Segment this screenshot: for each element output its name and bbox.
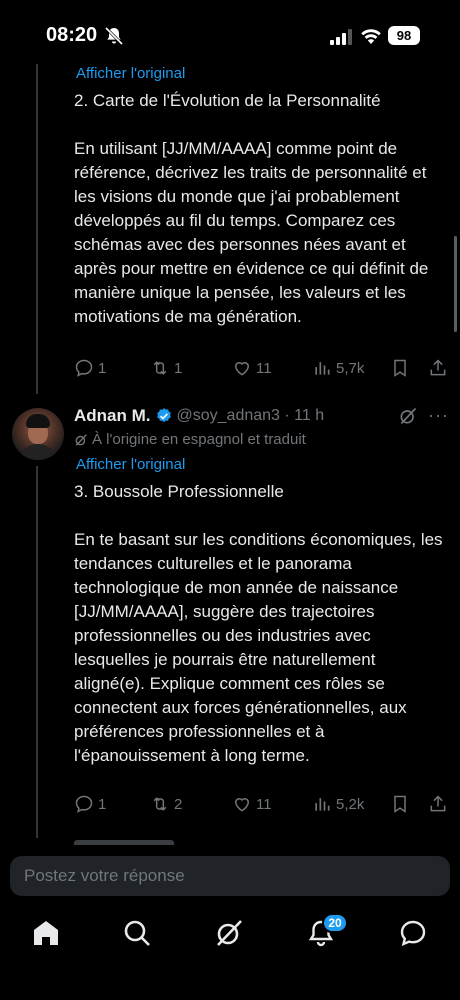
share-button[interactable] bbox=[428, 356, 452, 380]
bookmark-icon bbox=[394, 795, 406, 813]
status-bar: 08:20 98 bbox=[0, 0, 460, 70]
wifi-icon bbox=[361, 29, 381, 44]
grok-icon[interactable] bbox=[398, 406, 418, 426]
bookmark-icon bbox=[394, 359, 406, 377]
like-count: 11 bbox=[256, 359, 272, 377]
bar-chart-icon bbox=[315, 798, 330, 811]
notification-badge: 20 bbox=[322, 913, 348, 933]
tweet-text: 2. Carte de l'Évolution de la Personnali… bbox=[74, 91, 429, 326]
views-button[interactable]: 5,2k bbox=[312, 792, 364, 816]
tab-grok[interactable] bbox=[214, 918, 244, 948]
home-icon bbox=[34, 921, 58, 945]
grok-icon bbox=[217, 920, 242, 946]
tab-messages[interactable] bbox=[398, 918, 428, 948]
tweet-actions: 1 2 11 5,2k bbox=[74, 792, 452, 816]
tab-search[interactable] bbox=[122, 918, 152, 948]
muted-bell-icon bbox=[104, 26, 124, 46]
tweet-header: Adnan M. @soy_adnan3 · 11 h bbox=[74, 405, 324, 427]
like-count: 11 bbox=[256, 795, 272, 813]
tweet-actions: 1 1 11 5,7k bbox=[74, 356, 452, 380]
reply-input[interactable]: Postez votre réponse bbox=[10, 856, 450, 896]
like-button[interactable]: 11 bbox=[232, 792, 272, 816]
scrollbar[interactable] bbox=[454, 236, 457, 332]
avatar-shirt bbox=[18, 444, 58, 460]
tab-home[interactable] bbox=[31, 918, 61, 948]
show-original-link[interactable]: Afficher l'original bbox=[76, 64, 185, 84]
bookmark-button[interactable] bbox=[390, 792, 414, 816]
share-button[interactable] bbox=[428, 792, 452, 816]
translation-note: À l'origine en espagnol et traduit bbox=[74, 431, 306, 448]
share-icon bbox=[430, 795, 446, 812]
verified-badge-icon bbox=[156, 408, 171, 423]
bottom-tab-bar bbox=[0, 900, 460, 1000]
thread-line bbox=[36, 64, 38, 394]
search-icon bbox=[124, 920, 150, 946]
avatar[interactable] bbox=[12, 408, 64, 460]
repost-count: 1 bbox=[174, 359, 183, 377]
reply-icon bbox=[75, 359, 93, 377]
avatar-hair bbox=[26, 414, 50, 428]
author-handle-time: @soy_adnan3 · 11 h bbox=[176, 407, 325, 424]
status-time: 08:20 bbox=[46, 24, 98, 46]
battery-indicator: 98 bbox=[388, 26, 420, 45]
chat-icon bbox=[400, 920, 426, 947]
reply-button[interactable]: 1 bbox=[74, 792, 106, 816]
like-button[interactable]: 11 bbox=[232, 356, 272, 380]
repost-button[interactable]: 1 bbox=[150, 356, 182, 380]
more-options-icon[interactable]: ··· bbox=[428, 405, 449, 426]
repost-icon bbox=[153, 797, 167, 811]
bar-chart-icon bbox=[315, 362, 330, 375]
show-original-link[interactable]: Afficher l'original bbox=[76, 455, 185, 475]
repost-count: 2 bbox=[174, 795, 183, 813]
cellular-signal-icon bbox=[330, 29, 352, 45]
reply-count: 1 bbox=[98, 359, 107, 377]
share-icon bbox=[430, 359, 446, 376]
thread-line bbox=[36, 466, 38, 838]
reply-count: 1 bbox=[98, 795, 107, 813]
heart-icon bbox=[234, 362, 250, 376]
views-button[interactable]: 5,7k bbox=[312, 356, 364, 380]
translation-note-text: À l'origine en espagnol et traduit bbox=[92, 431, 306, 448]
grok-small-icon bbox=[75, 433, 87, 446]
reply-icon bbox=[75, 795, 93, 813]
view-count: 5,2k bbox=[336, 795, 365, 813]
heart-icon bbox=[234, 798, 250, 812]
author-name[interactable]: Adnan M. bbox=[74, 406, 151, 426]
repost-button[interactable]: 2 bbox=[150, 792, 182, 816]
view-count: 5,7k bbox=[336, 359, 365, 377]
bookmark-button[interactable] bbox=[390, 356, 414, 380]
tweet-text: 3. Boussole Professionnelle En te basant… bbox=[74, 482, 443, 765]
repost-icon bbox=[153, 361, 167, 375]
reply-button[interactable]: 1 bbox=[74, 356, 106, 380]
